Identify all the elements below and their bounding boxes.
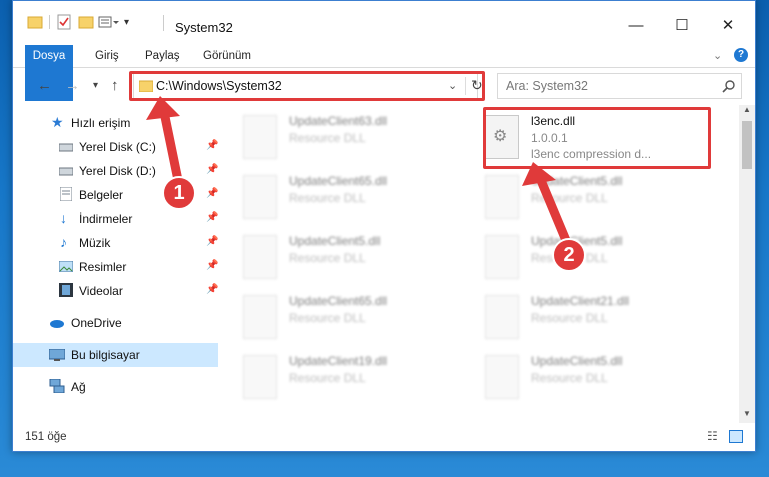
arrow-2-head xyxy=(522,162,556,186)
annotation-arrows xyxy=(146,96,575,255)
step-badge-2: 2 xyxy=(552,238,586,272)
arrow-1-head xyxy=(146,96,180,120)
step-badge-1: 1 xyxy=(162,176,196,210)
